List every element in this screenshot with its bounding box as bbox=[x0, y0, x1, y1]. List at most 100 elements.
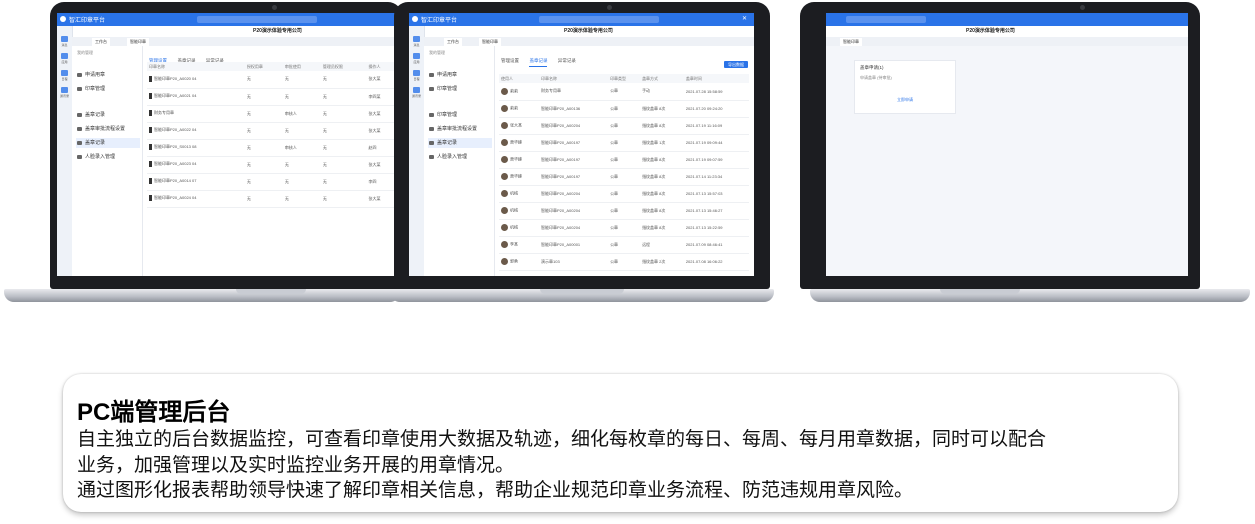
table-cell: 智能印章P20_A0023 04 bbox=[147, 156, 245, 174]
nav-item-face[interactable]: 人脸录入管理 bbox=[76, 152, 140, 162]
search-input[interactable] bbox=[197, 16, 317, 23]
apply-card: 盖章申请(1) 申请盖章 (待审批) 立即申请 bbox=[854, 60, 956, 114]
subtab-records[interactable]: 盖章记录 bbox=[529, 58, 548, 67]
table-cell: 智能印章P20_S0013 08 bbox=[147, 139, 245, 157]
table-row[interactable]: 莉莉 智能印章P20_A00136 公章 指纹盖章 8次 2021.07.20 09:2… bbox=[499, 100, 749, 118]
table-cell: 公章 bbox=[608, 83, 641, 101]
flow-icon bbox=[429, 127, 434, 131]
nav-item-flow[interactable]: 盖章审批流程设置 bbox=[428, 124, 492, 134]
seal-icon bbox=[149, 178, 152, 185]
avatar bbox=[501, 173, 508, 180]
window-title: 智汇印章平台 bbox=[69, 18, 106, 24]
table-cell: 萧华峰 bbox=[499, 151, 540, 169]
apply-link[interactable]: 立即申请 bbox=[897, 97, 913, 103]
nav-item-seals[interactable]: 印章管理 bbox=[428, 84, 492, 94]
tab-home[interactable]: 工作台 bbox=[92, 38, 110, 46]
stamp-icon bbox=[77, 73, 82, 77]
table-cell: 2021.07.13 15:57:03 bbox=[683, 185, 749, 203]
nav-item-records-active[interactable]: 盖章记录 bbox=[428, 138, 492, 148]
table-cell: 智能印章P20_A00136 bbox=[539, 100, 609, 118]
tab-seal-center[interactable]: 智能印章 bbox=[479, 38, 501, 46]
nav-item-records[interactable]: 盖章记录 bbox=[76, 110, 140, 120]
table-row[interactable]: 郭勇 演示章103 公章 指纹盖章 2次 2021.07.08 16:06:22 bbox=[499, 253, 749, 271]
table-cell: 萧华峰 bbox=[499, 134, 540, 152]
table-row[interactable]: 莉莉 财务专用章 公章 手动 2021.07.28 15:58:59 bbox=[499, 83, 749, 101]
screen-right: P20演示体验专用公司 智能印章 盖章申请(1) 申请盖章 (待审批) 立即申请 bbox=[826, 13, 1188, 276]
company-name: P20演示体验专用公司 bbox=[253, 28, 302, 34]
table-row[interactable]: 机械 智能印章P20_A00204 公章 指纹盖章 8次 2021.07.13 15:2… bbox=[499, 219, 749, 237]
nav-item-flow[interactable]: 盖章审批流程设置 bbox=[76, 124, 140, 134]
table-cell: 财务专用章 bbox=[147, 105, 245, 123]
table-cell: 公章 bbox=[608, 253, 641, 271]
stamp-record-table: 使用人 印章名称 印章类型 盖章方式 盖章时间 莉莉 财务专用章 公章 手动 2021.… bbox=[499, 74, 749, 271]
table-row[interactable]: 机械 智能印章P20_A00204 公章 指纹盖章 8次 2021.07.13 15:5… bbox=[499, 185, 749, 203]
info-box: PC端管理后台 自主独立的后台数据监控，可查看印章使用大数据及轨迹，细化每枚章的… bbox=[63, 374, 1178, 512]
table-cell: 智能印章P20_A00204 bbox=[539, 185, 609, 203]
table-cell: 无 bbox=[282, 156, 321, 174]
tab-seal[interactable]: 智能印章 bbox=[127, 38, 149, 46]
apps-icon[interactable] bbox=[413, 53, 420, 59]
app-sidebar: 消息 应用 日程 通讯录 bbox=[57, 26, 73, 276]
table-cell: 李某 bbox=[499, 236, 540, 254]
table-row[interactable]: 张大某 智能印章P20_A00204 公章 指纹盖章 8次 2021.07.19 11:… bbox=[499, 117, 749, 135]
table-row[interactable]: 萧华峰 智能印章P20_A00197 公章 指纹盖章 8次 2021.07.14 11:… bbox=[499, 168, 749, 186]
table-cell: 无 bbox=[282, 190, 321, 208]
search-input-right[interactable] bbox=[846, 16, 926, 23]
table-cell: 指纹盖章 8次 bbox=[640, 185, 684, 203]
table-cell: 公章 bbox=[608, 168, 641, 186]
list-icon bbox=[429, 141, 434, 145]
contacts-icon[interactable] bbox=[61, 87, 68, 93]
search-input-center[interactable] bbox=[539, 16, 659, 23]
table-cell: 无 bbox=[282, 173, 321, 191]
table-cell: 无 bbox=[282, 88, 321, 106]
contacts-icon[interactable] bbox=[413, 87, 420, 93]
table-cell: 2021.07.09 08:46:41 bbox=[683, 236, 749, 254]
export-button[interactable]: 导出数据 bbox=[724, 61, 748, 68]
table-row[interactable]: 萧华峰 智能印章P20_A00197 公章 指纹盖章 1次 2021.07.19 09:… bbox=[499, 134, 749, 152]
face-icon bbox=[77, 155, 82, 159]
table-cell: 手动 bbox=[640, 83, 684, 101]
tab-home-center[interactable]: 工作台 bbox=[444, 38, 462, 46]
table-cell: 无 bbox=[244, 190, 283, 208]
main-right: 盖章申请(1) 申请盖章 (待审批) 立即申请 bbox=[826, 46, 1188, 276]
seal-icon bbox=[149, 93, 152, 100]
table-row[interactable]: 李某 智能印章P20_A00001 公章 远程 2021.07.09 08:46:41 bbox=[499, 236, 749, 254]
message-icon[interactable] bbox=[61, 36, 68, 42]
gear-icon bbox=[77, 113, 82, 117]
table-row[interactable]: 萧华峰 智能印章P20_A00197 公章 指纹盖章 8次 2021.07.19 09:… bbox=[499, 151, 749, 169]
subtab-exceptions[interactable]: 异常记录 bbox=[558, 58, 576, 66]
avatar bbox=[501, 156, 508, 163]
apps-icon[interactable] bbox=[61, 53, 68, 59]
laptop-center: 智汇印章平台 ✕ P20演示体验专用公司 消息 应用 日程 通讯录 工作台 智能… bbox=[340, 0, 850, 310]
table-cell: 2021.07.14 11:23:34 bbox=[683, 168, 749, 186]
table-cell: 公章 bbox=[608, 236, 641, 254]
nav-item-records-active[interactable]: 盖章记录 bbox=[76, 138, 140, 148]
subtab-settings[interactable]: 管理设置 bbox=[501, 58, 519, 66]
table-cell: 智能印章P20_A00204 bbox=[539, 117, 609, 135]
calendar-icon[interactable] bbox=[413, 70, 420, 76]
nav-item-manage[interactable]: 印章管理 bbox=[428, 110, 492, 120]
seal-icon bbox=[429, 87, 434, 91]
calendar-icon[interactable] bbox=[61, 70, 68, 76]
close-icon[interactable]: ✕ bbox=[742, 15, 747, 22]
table-cell: 指纹盖章 8次 bbox=[640, 100, 684, 118]
nav-item-face[interactable]: 人脸录入管理 bbox=[428, 152, 492, 162]
table-cell: 2021.07.19 11:16:09 bbox=[683, 117, 749, 135]
table-cell: 公章 bbox=[608, 185, 641, 203]
table-cell: 智能印章P20_A0014 07 bbox=[147, 173, 245, 191]
nav-item-seals[interactable]: 印章管理 bbox=[76, 84, 140, 94]
nav-item-apply[interactable]: 申请用章 bbox=[428, 70, 492, 80]
table-cell: 2021.07.28 15:58:59 bbox=[683, 83, 749, 101]
table-row[interactable]: 机械 智能印章P20_A00204 公章 指纹盖章 8次 2021.07.13 15:4… bbox=[499, 202, 749, 220]
message-icon[interactable] bbox=[413, 36, 420, 42]
nav-panel-center: 我的管理 申请用章 印章管理 印章管理 盖章审批流程设置 盖章记录 人脸录入管理 bbox=[424, 46, 495, 276]
table-cell: 远程 bbox=[640, 236, 684, 254]
table-cell: 公章 bbox=[608, 219, 641, 237]
table-cell: 郭勇 bbox=[499, 253, 540, 271]
card-title: 盖章申请(1) bbox=[860, 65, 884, 70]
avatar bbox=[501, 241, 508, 248]
table-cell: 指纹盖章 8次 bbox=[640, 168, 684, 186]
table-cell: 智能印章P20_A00001 bbox=[539, 236, 609, 254]
nav-item-apply[interactable]: 申请用章 bbox=[76, 70, 140, 80]
table-cell: 公章 bbox=[608, 100, 641, 118]
